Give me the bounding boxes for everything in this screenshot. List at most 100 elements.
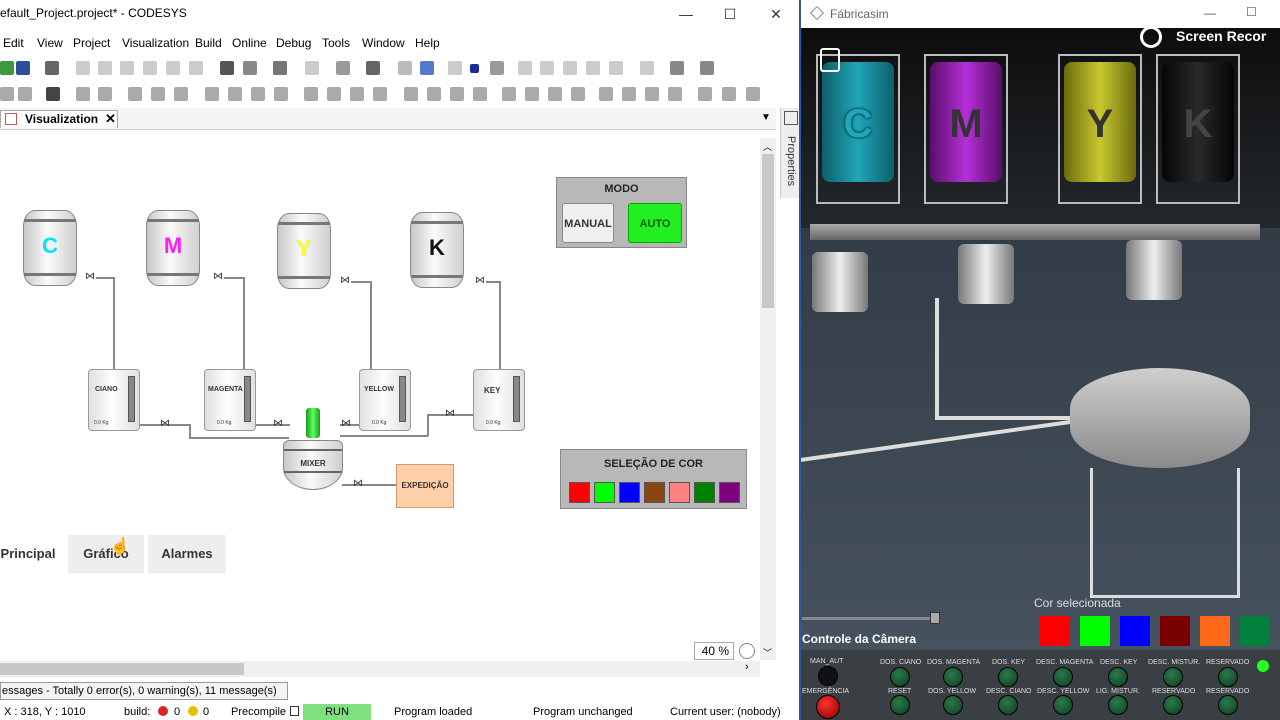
valve-c[interactable]: ⋈ xyxy=(84,272,96,282)
replace-icon[interactable] xyxy=(243,61,257,75)
tab-close-button[interactable]: ✕ xyxy=(105,111,116,127)
cut-icon[interactable] xyxy=(120,61,134,75)
zoom-field[interactable]: 40 % xyxy=(694,642,734,660)
align-top-icon[interactable] xyxy=(205,87,219,101)
clipboard-icon[interactable] xyxy=(820,48,840,72)
fabricasim-minimize-button[interactable]: — xyxy=(1204,6,1216,20)
write-values-icon[interactable] xyxy=(670,61,684,75)
start-icon[interactable] xyxy=(448,61,462,75)
color-swatch-darkgreen[interactable] xyxy=(694,482,715,503)
step-into-icon[interactable] xyxy=(540,61,554,75)
menu-online[interactable]: Online xyxy=(232,36,267,50)
same-width-icon[interactable] xyxy=(304,87,318,101)
login-icon[interactable] xyxy=(398,61,412,75)
dos-ciano-button[interactable] xyxy=(890,667,910,687)
mixer-tank[interactable]: MIXER xyxy=(283,440,343,490)
scroll-right-icon[interactable]: › xyxy=(745,661,749,673)
valve-y[interactable]: ⋈ xyxy=(339,276,351,286)
valve-yellow-out[interactable]: ⋈ xyxy=(340,419,352,429)
vertical-scrollbar[interactable]: ︿ ﹀ xyxy=(760,138,776,660)
desc-mistur-button[interactable] xyxy=(1163,667,1183,687)
force-values-icon[interactable] xyxy=(700,61,714,75)
reservado-b2-button[interactable] xyxy=(1218,695,1238,715)
new-icon[interactable] xyxy=(0,61,14,75)
step-out-icon[interactable] xyxy=(563,61,577,75)
menu-help[interactable]: Help xyxy=(415,36,440,50)
tank-k[interactable]: K xyxy=(410,212,464,288)
nav-principal-button[interactable]: Principal xyxy=(0,535,56,573)
interface-icon[interactable] xyxy=(18,87,32,101)
scroll-down-icon[interactable]: ﹀ xyxy=(763,646,772,659)
lig-mistur-button[interactable] xyxy=(1108,695,1128,715)
expedicao-box[interactable]: EXPEDIÇÃO xyxy=(396,464,454,508)
menu-build[interactable]: Build xyxy=(195,36,222,50)
minimize-button[interactable]: — xyxy=(676,4,696,24)
spacing-icon[interactable] xyxy=(373,87,387,101)
close-button[interactable]: ✕ xyxy=(766,4,786,24)
color-swatch-red[interactable] xyxy=(569,482,590,503)
zoom-icon[interactable] xyxy=(739,643,755,659)
reservado-b1-button[interactable] xyxy=(1163,695,1183,715)
spacing-v-icon[interactable] xyxy=(427,87,441,101)
one-backward-icon[interactable] xyxy=(571,87,585,101)
tank-m[interactable]: M xyxy=(146,210,200,286)
dropdown-icon[interactable] xyxy=(305,61,319,75)
layer2-icon[interactable] xyxy=(622,87,636,101)
dos-key-button[interactable] xyxy=(998,667,1018,687)
reservado-top-button[interactable] xyxy=(1218,667,1238,687)
menu-debug[interactable]: Debug xyxy=(276,36,311,50)
arrow-icon[interactable] xyxy=(640,61,654,75)
layer4-icon[interactable] xyxy=(668,87,682,101)
delete-icon[interactable] xyxy=(189,61,203,75)
cor-swatch-darkgreen[interactable] xyxy=(1240,616,1270,646)
maximize-button[interactable]: ☐ xyxy=(720,4,740,24)
desc-magenta-button[interactable] xyxy=(1053,667,1073,687)
logout-icon[interactable] xyxy=(420,61,434,75)
run-to-cursor-icon[interactable] xyxy=(586,61,600,75)
valve-mixer-out[interactable]: ⋈ xyxy=(352,479,364,489)
color-swatch-pink[interactable] xyxy=(669,482,690,503)
undo-icon[interactable] xyxy=(76,61,90,75)
ungroup-icon[interactable] xyxy=(98,87,112,101)
camera-slider-track[interactable] xyxy=(802,617,936,620)
auto-button[interactable]: AUTO xyxy=(628,203,682,243)
valve-k[interactable]: ⋈ xyxy=(474,276,486,286)
menu-view[interactable]: View xyxy=(37,36,63,50)
cor-swatch-blue[interactable] xyxy=(1120,616,1150,646)
doser-key[interactable]: KEY 0.0 Kg xyxy=(473,369,525,431)
horizontal-scrollbar[interactable]: › xyxy=(0,661,760,677)
valve-ciano-out[interactable]: ⋈ xyxy=(159,419,171,429)
one-forward-icon[interactable] xyxy=(548,87,562,101)
window-icon[interactable] xyxy=(336,61,350,75)
bookmark-icon[interactable] xyxy=(273,61,287,75)
fabricasim-maximize-button[interactable]: ☐ xyxy=(1246,5,1257,19)
camera-slider-thumb[interactable] xyxy=(930,612,940,624)
vertical-scroll-thumb[interactable] xyxy=(762,154,774,308)
copy-icon[interactable] xyxy=(143,61,157,75)
center-h-icon[interactable] xyxy=(450,87,464,101)
emergencia-button[interactable] xyxy=(816,695,840,719)
dos-yellow-button[interactable] xyxy=(943,695,963,715)
mixer-motor[interactable] xyxy=(306,408,320,438)
send-back-icon[interactable] xyxy=(525,87,539,101)
color-swatch-green[interactable] xyxy=(594,482,615,503)
cor-swatch-orange[interactable] xyxy=(1200,616,1230,646)
manual-button[interactable]: MANUAL xyxy=(562,203,614,243)
doser-ciano[interactable]: CIANO 0.0 Kg xyxy=(88,369,140,431)
redo-icon[interactable] xyxy=(98,61,112,75)
tab-dropdown-icon[interactable]: ▼ xyxy=(761,112,771,123)
nav-alarmes-button[interactable]: Alarmes xyxy=(148,535,226,573)
precompile-lock-icon[interactable] xyxy=(290,706,299,716)
reset-icon[interactable] xyxy=(490,61,504,75)
menu-window[interactable]: Window xyxy=(362,36,405,50)
align-left-icon[interactable] xyxy=(128,87,142,101)
doser-yellow[interactable]: YELLOW 0.0 Kg xyxy=(359,369,411,431)
cor-swatch-green[interactable] xyxy=(1080,616,1110,646)
dos-magenta-button[interactable] xyxy=(943,667,963,687)
align-right-icon[interactable] xyxy=(174,87,188,101)
menu-edit[interactable]: Edit xyxy=(3,36,24,50)
group-icon[interactable] xyxy=(76,87,90,101)
element-list-icon[interactable] xyxy=(0,87,14,101)
color-swatch-blue[interactable] xyxy=(619,482,640,503)
desc-yellow-button[interactable] xyxy=(1053,695,1073,715)
